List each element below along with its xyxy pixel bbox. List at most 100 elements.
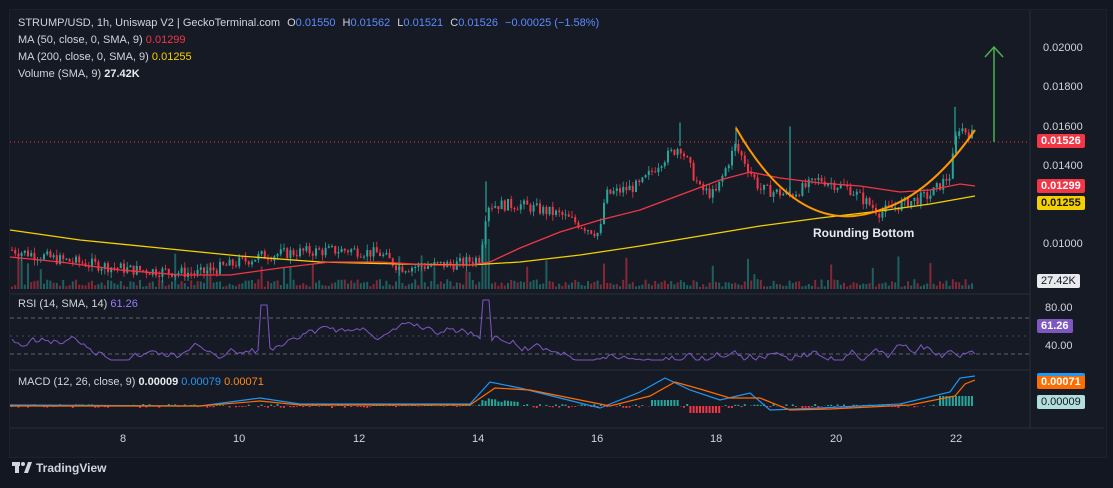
candle-body — [628, 185, 631, 191]
rsi-legend[interactable]: RSI (14, SMA, 14) 61.26 — [18, 297, 138, 312]
candle-body — [270, 259, 273, 261]
candle-body — [641, 177, 644, 183]
volume-bar — [766, 286, 769, 289]
candle-body — [334, 246, 337, 254]
volume-bar — [382, 285, 385, 289]
volume-bar — [782, 285, 785, 289]
candle-body — [27, 250, 29, 257]
candle-body — [878, 213, 881, 218]
macd-hist-bar — [923, 406, 925, 407]
candle-body — [225, 264, 228, 266]
candle-body — [769, 184, 772, 197]
volume-bar — [855, 283, 858, 289]
candle-body — [340, 248, 343, 253]
macd-hist-bar — [676, 400, 679, 406]
candle-body — [926, 192, 929, 199]
volume-bar — [526, 266, 529, 289]
volume-bar — [903, 285, 906, 289]
candle-body — [359, 256, 362, 258]
macd-hist-bar — [795, 406, 797, 407]
volume-bar — [881, 283, 884, 289]
volume-bar — [667, 284, 669, 289]
volume-bar — [843, 282, 845, 289]
volume-bar — [116, 284, 119, 289]
volume-bar — [177, 284, 180, 289]
macd-hist-bar — [302, 406, 305, 407]
volume-bar — [231, 284, 234, 289]
candle-body — [347, 250, 349, 253]
candle-body — [654, 171, 657, 173]
volume-bar — [651, 285, 653, 289]
volume-bar — [478, 281, 481, 289]
volume-legend[interactable]: Volume (SMA, 9) 27.42K — [18, 67, 140, 82]
candle-body — [369, 250, 372, 257]
candle-body — [718, 181, 721, 191]
candle-body — [427, 266, 429, 269]
macd-hist-bar — [561, 404, 564, 406]
volume-bar — [427, 286, 429, 289]
volume-bar — [708, 282, 711, 289]
rsi-line — [11, 299, 976, 361]
candle-body — [516, 209, 519, 211]
macd-hist-bar — [494, 399, 497, 406]
volume-bar — [119, 280, 122, 289]
volume-bar — [247, 280, 250, 289]
volume-bar — [907, 281, 909, 289]
macd-hist-bar — [708, 406, 711, 413]
volume-bar — [471, 279, 474, 289]
volume-bar — [174, 253, 177, 289]
volume-bar — [910, 285, 913, 289]
volume-bar — [366, 281, 369, 289]
candle-body — [670, 149, 673, 151]
macd-hist-bar — [222, 405, 225, 406]
volume-bar — [62, 279, 65, 289]
tradingview-logo[interactable]: TradingView — [12, 461, 106, 475]
macd-legend[interactable]: MACD (12, 26, close, 9) 0.00009 0.00079 … — [18, 375, 264, 390]
volume-bar — [39, 269, 42, 289]
volume-bar — [875, 286, 877, 289]
macd-hist-bar — [715, 406, 717, 413]
macd-hist-bar — [500, 401, 503, 406]
volume-bar — [17, 256, 20, 289]
candle-body — [30, 253, 33, 257]
volume-bar — [222, 286, 225, 289]
candle-body — [555, 210, 557, 216]
rsi-value: 61.26 — [110, 298, 138, 310]
candle-body — [414, 266, 417, 268]
volume-bar — [343, 279, 346, 289]
macd-hist-bar — [318, 406, 321, 407]
macd-hist-bar — [491, 399, 493, 406]
candle-body — [308, 246, 311, 254]
volume-bar — [772, 280, 775, 289]
volume-bar — [519, 281, 522, 289]
volume-bar — [401, 283, 404, 289]
macd-hist-bar — [497, 401, 500, 406]
volume-bar — [750, 280, 753, 289]
volume-bar — [942, 283, 945, 289]
candle-body — [913, 197, 916, 202]
volume-bar — [567, 284, 570, 289]
ma50-legend[interactable]: MA (50, close, 0, SMA, 9) 0.01299 — [18, 33, 186, 48]
macd-hist-bar — [638, 406, 641, 408]
candle-body — [196, 269, 199, 275]
volume-bar — [199, 281, 202, 289]
volume-bar — [385, 280, 388, 289]
candle-body — [513, 208, 516, 210]
candle-body — [519, 204, 522, 210]
candle-body — [798, 194, 801, 196]
volume-bar — [475, 284, 477, 289]
macd-hist-bar — [228, 406, 231, 408]
macd-value-3: 0.00071 — [224, 376, 264, 388]
volume-bar — [452, 286, 455, 289]
candle-body — [180, 267, 183, 273]
volume-bar — [100, 282, 103, 289]
macd-hist-bar — [718, 406, 721, 413]
macd-hist-bar — [247, 404, 250, 406]
price-chart[interactable] — [0, 0, 1113, 488]
macd-hist-bar — [657, 400, 660, 406]
volume-bar — [878, 283, 881, 289]
ma50-line — [9, 171, 976, 276]
ma200-legend[interactable]: MA (200, close, 0, SMA, 9) 0.01255 — [18, 50, 192, 65]
volume-bar — [791, 283, 794, 289]
macd-hist-bar — [526, 404, 529, 406]
